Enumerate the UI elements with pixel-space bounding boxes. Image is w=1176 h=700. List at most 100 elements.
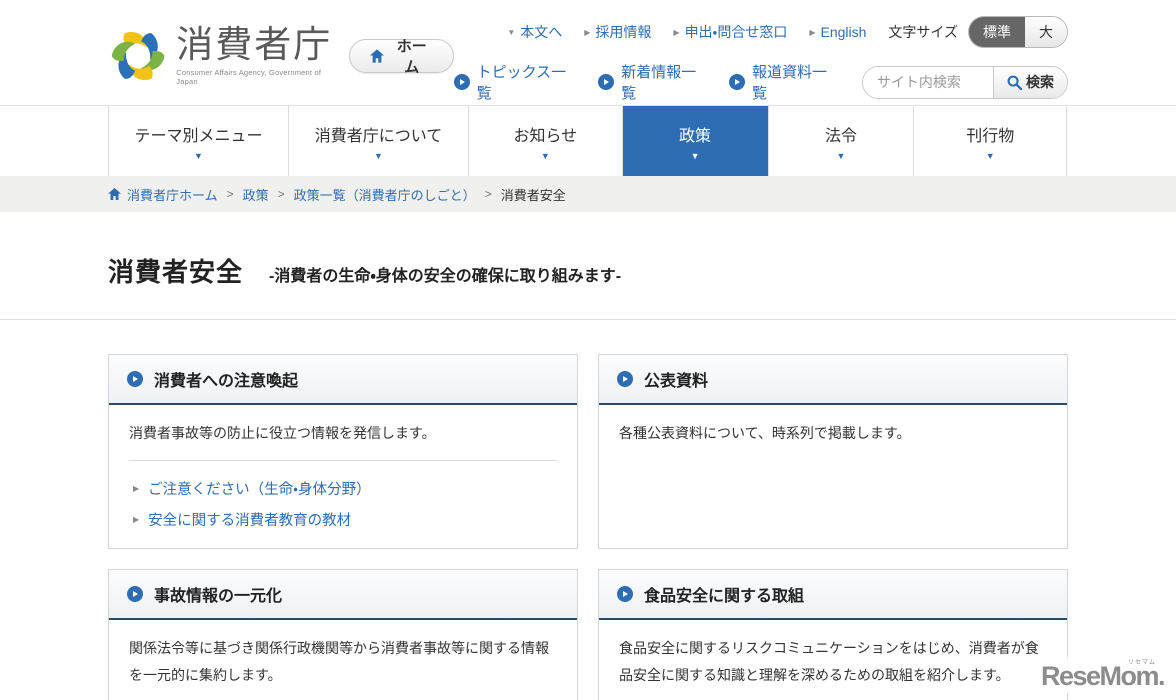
breadcrumb: 消費者庁ホーム > 政策 > 政策一覧（消費者庁のしごと） > 消費者安全: [108, 176, 1068, 212]
card-consumer-alerts: 消費者への注意喚起 消費者事故等の防止に役立つ情報を発信します。 ▶ ご注意くだ…: [108, 354, 578, 549]
card-accident-info-centralization: 事故情報の一元化 関係法令等に基づき関係行政機関等から消費者事故等に関する情報を…: [108, 569, 578, 700]
search-input[interactable]: [862, 66, 994, 98]
agency-name: 消費者庁: [176, 24, 333, 66]
chevron-down-icon: ▼: [985, 150, 995, 161]
card-description: 消費者事故等の防止に役立つ情報を発信します。: [129, 425, 436, 441]
quick-links-row: トピックス一覧 新着情報一覧 報道資料一覧 サイト内検索 検索: [453, 61, 1069, 103]
font-size-label: 文字サイズ: [888, 24, 958, 40]
nav-label: 刊行物: [966, 127, 1015, 145]
agency-name-english: Consumer Affairs Agency, Government of J…: [176, 67, 322, 86]
link-label: トピックス一覧: [476, 64, 567, 102]
arrow-right-icon: ▶: [133, 514, 140, 524]
search-button[interactable]: 検索: [993, 66, 1068, 98]
link-label: 報道資料一覧: [752, 64, 828, 102]
link-label: 申出・問合せ窓口: [684, 24, 788, 40]
breadcrumb-bar: 消費者庁ホーム > 政策 > 政策一覧（消費者庁のしごと） > 消費者安全: [0, 176, 1176, 212]
circle-arrow-icon: [617, 586, 633, 602]
breadcrumb-label: 政策: [242, 187, 269, 203]
card-description: 関係法令等に基づき関係行政機関等から消費者事故等に関する情報を一元的に集約します…: [129, 640, 549, 683]
chevron-down-icon: ▼: [690, 150, 700, 161]
page: 消費者庁 Consumer Affairs Agency, Government…: [0, 0, 1176, 700]
link-press-materials-list[interactable]: 報道資料一覧: [729, 61, 836, 103]
utility-links-row: ▼ 本文へ ▶ 採用情報 ▶ 申出・問合せ窓口 ▶ English 文字サイズ …: [507, 16, 1068, 48]
caret-right-icon: ▶: [809, 27, 816, 37]
nav-theme-menu[interactable]: テーマ別メニュー ▼: [108, 106, 288, 176]
font-size-control: 文字サイズ 標準 大: [888, 16, 1068, 48]
breadcrumb-label: 政策一覧（消費者庁のしごと）: [293, 187, 476, 203]
watermark-ruby: リセマム: [1127, 660, 1156, 666]
global-nav: テーマ別メニュー ▼ 消費者庁について ▼ お知らせ ▼ 政策 ▼ 法令 ▼ 刊…: [0, 106, 1176, 176]
circle-arrow-icon: [598, 74, 615, 90]
card-title: 事故情報の一元化: [154, 588, 283, 605]
link-to-main-content[interactable]: ▼ 本文へ: [507, 22, 562, 42]
breadcrumb-separator: >: [277, 187, 285, 201]
link-new-info-list[interactable]: 新着情報一覧: [598, 61, 705, 103]
home-icon: [108, 188, 121, 200]
search-button-label: 検索: [1026, 74, 1055, 90]
list-item: ▶ ご注意ください（生命・身体分野）: [129, 473, 557, 504]
breadcrumb-policy-list-link[interactable]: 政策一覧（消費者庁のしごと）: [294, 185, 476, 204]
circle-arrow-icon: [127, 586, 143, 602]
site-header: 消費者庁 Consumer Affairs Agency, Government…: [0, 0, 1176, 106]
chevron-down-icon: ▼: [540, 150, 550, 161]
title-section: 消費者安全 -消費者の生命・身体の安全の確保に取り組みます-: [0, 212, 1176, 320]
main-content: 消費者への注意喚起 消費者事故等の防止に役立つ情報を発信します。 ▶ ご注意くだ…: [108, 320, 1068, 700]
agency-pinwheel-logo-icon: [111, 31, 165, 80]
logo[interactable]: 消費者庁 Consumer Affairs Agency, Government…: [108, 0, 454, 105]
link-label: English: [820, 24, 867, 40]
link-recruitment[interactable]: ▶ 採用情報: [584, 22, 651, 42]
circle-arrow-icon: [729, 74, 746, 90]
resemom-watermark: リセマム ReseMom.: [1026, 657, 1170, 694]
link-label: 新着情報一覧: [621, 64, 697, 102]
caret-right-icon: ▶: [584, 27, 591, 37]
chevron-down-icon: ▼: [194, 150, 203, 161]
link-label: 採用情報: [595, 24, 652, 40]
breadcrumb-separator: >: [484, 187, 492, 201]
page-subtitle: -消費者の生命・身体の安全の確保に取り組みます-: [269, 268, 622, 285]
font-size-standard-button[interactable]: 標準: [969, 17, 1025, 47]
breadcrumb-current-page: 消費者安全: [500, 187, 566, 203]
circle-arrow-icon: [617, 371, 633, 387]
link-caution-life-body[interactable]: ご注意ください（生命・身体分野）: [148, 478, 370, 499]
link-inquiry-desk[interactable]: ▶ 申出・問合せ窓口: [673, 22, 787, 42]
card-food-safety-initiatives: 食品安全に関する取組 食品安全に関するリスクコミュニケーションをはじめ、消費者が…: [598, 569, 1068, 700]
font-size-large-button[interactable]: 大: [1025, 17, 1067, 47]
nav-policies[interactable]: 政策 ▼: [621, 106, 768, 176]
arrow-right-icon: ▶: [133, 483, 140, 493]
breadcrumb-home-link[interactable]: 消費者庁ホーム: [108, 185, 218, 204]
home-button[interactable]: ホーム: [348, 38, 454, 76]
nav-publications[interactable]: 刊行物 ▼: [913, 106, 1067, 176]
nav-laws[interactable]: 法令 ▼: [767, 106, 914, 176]
list-item: ▶ 安全に関する消費者教育の教材: [129, 504, 557, 535]
home-icon: [369, 48, 384, 63]
search-icon: [1007, 75, 1023, 90]
nav-about-agency[interactable]: 消費者庁について ▼: [288, 106, 468, 176]
nav-label: 政策: [679, 127, 712, 145]
nav-label: お知らせ: [513, 127, 578, 145]
card-title: 食品安全に関する取組: [644, 588, 805, 605]
card-title: 消費者への注意喚起: [154, 373, 299, 390]
link-english[interactable]: ▶ English: [809, 24, 866, 40]
divider: [129, 459, 557, 461]
chevron-down-icon: ▼: [374, 150, 383, 161]
home-button-label: ホーム: [396, 37, 427, 76]
nav-label: 消費者庁について: [314, 127, 443, 145]
page-title: 消費者安全: [108, 257, 244, 287]
chevron-down-icon: ▼: [836, 150, 846, 161]
circle-arrow-icon: [127, 371, 143, 387]
nav-label: テーマ別メニュー: [134, 127, 263, 145]
breadcrumb-policy-link[interactable]: 政策: [243, 185, 269, 204]
caret-down-icon: ▼: [507, 27, 516, 37]
nav-label: 法令: [824, 127, 857, 145]
card-description: 食品安全に関するリスクコミュニケーションをはじめ、消費者が食品安全に関する知識と…: [619, 640, 1039, 683]
breadcrumb-label: 消費者庁ホーム: [127, 187, 218, 203]
link-label: 本文へ: [520, 24, 563, 40]
circle-arrow-icon: [453, 74, 470, 90]
nav-news[interactable]: お知らせ ▼: [468, 106, 622, 176]
site-search: 検索: [861, 65, 1069, 99]
link-topics-list[interactable]: トピックス一覧: [453, 61, 575, 103]
card-published-materials: 公表資料 各種公表資料について、時系列で掲載します。: [598, 354, 1068, 549]
card-title: 公表資料: [644, 373, 709, 390]
link-safety-education-materials[interactable]: 安全に関する消費者教育の教材: [148, 509, 351, 530]
caret-right-icon: ▶: [673, 27, 680, 37]
